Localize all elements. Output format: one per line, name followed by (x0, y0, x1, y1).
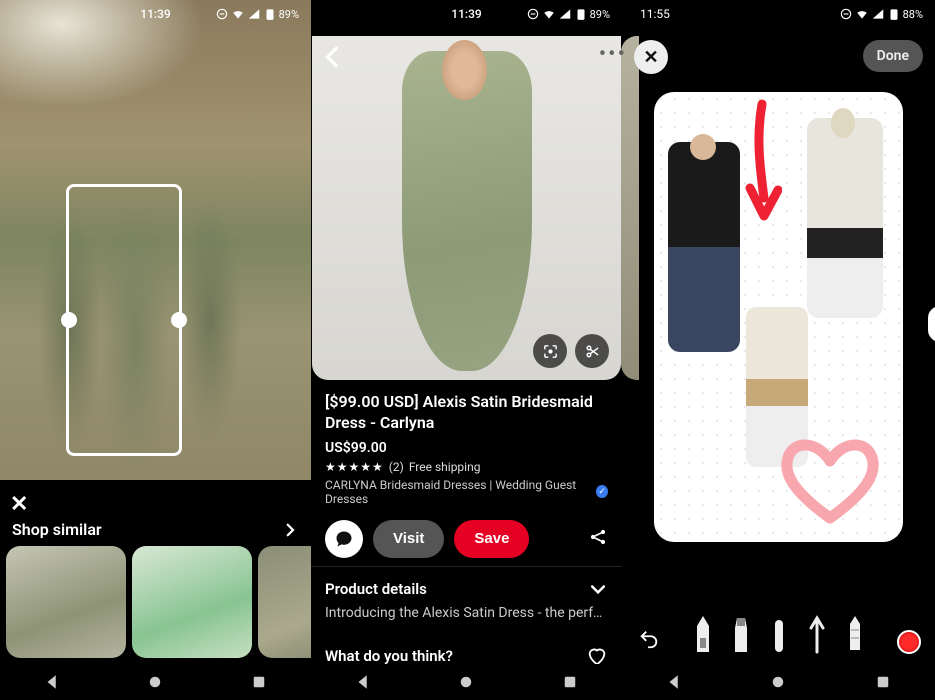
collage-canvas[interactable] (654, 92, 903, 542)
comment-button[interactable] (325, 520, 363, 558)
product-info: [$99.00 USD] Alexis Satin Bridesmaid Dre… (311, 380, 622, 506)
visual-search-panel: 11:39 89% ✕ Shop similar (0, 0, 311, 700)
chevron-right-icon (281, 521, 299, 539)
signal-icon (247, 7, 261, 21)
share-button[interactable] (588, 527, 608, 551)
android-nav-bar (0, 664, 311, 700)
do-not-disturb-icon (839, 7, 853, 21)
battery-icon (263, 7, 277, 21)
similar-result-thumb[interactable] (132, 546, 252, 658)
canvas-side-handle[interactable] (926, 304, 935, 344)
similar-results-row (6, 546, 311, 658)
rating-count: (2) (389, 460, 404, 474)
seller-name: CARLYNA Bridesmaid Dresses | Wedding Gue… (325, 478, 593, 506)
seller-link[interactable]: CARLYNA Bridesmaid Dresses | Wedding Gue… (325, 478, 608, 506)
cutout-button[interactable] (575, 334, 609, 368)
pencil-tool[interactable] (845, 614, 865, 654)
drawn-heart-icon (775, 433, 885, 528)
speech-bubble-icon (334, 529, 354, 549)
nav-recent-icon[interactable] (561, 673, 579, 691)
star-rating-icon: ★★★★★ (325, 460, 384, 474)
android-nav-bar (622, 664, 935, 700)
battery-icon (887, 7, 901, 21)
verified-badge-icon: ✓ (596, 485, 608, 498)
wifi-icon (231, 7, 245, 21)
arrow-tool[interactable] (807, 614, 827, 654)
nav-back-icon[interactable] (665, 673, 683, 691)
visual-search-button[interactable] (533, 334, 567, 368)
product-title: [$99.00 USD] Alexis Satin Bridesmaid Dre… (325, 392, 608, 434)
crop-handle-right[interactable] (171, 312, 187, 328)
nav-back-icon[interactable] (354, 673, 372, 691)
product-price: US$99.00 (325, 440, 608, 456)
close-editor-button[interactable]: ✕ (634, 40, 668, 74)
status-time: 11:39 (451, 7, 481, 21)
crop-handle-left[interactable] (61, 312, 77, 328)
marker-tool[interactable] (731, 614, 751, 654)
wifi-icon (542, 7, 556, 21)
status-time: 11:39 (140, 7, 170, 21)
hero-face-shape (442, 40, 487, 100)
collage-cutout[interactable] (668, 142, 740, 352)
product-pin-panel: 11:39 89% ••• [$99.00 USD] Alexis Satin … (311, 0, 622, 700)
rating-row: ★★★★★ (2) Free shipping (325, 460, 608, 474)
done-button[interactable]: Done (863, 40, 923, 72)
signal-icon (558, 7, 572, 21)
nav-recent-icon[interactable] (250, 673, 268, 691)
android-nav-bar (311, 664, 622, 700)
back-button[interactable] (320, 44, 346, 70)
product-details-label: Product details (325, 580, 427, 598)
nav-back-icon[interactable] (43, 673, 61, 691)
scissors-icon (584, 343, 601, 360)
pen-tool[interactable] (693, 614, 713, 654)
visual-search-crop-frame[interactable] (66, 184, 182, 456)
chevron-down-icon (588, 579, 608, 599)
save-button[interactable]: Save (454, 520, 529, 558)
battery-text: 88% (903, 8, 923, 21)
battery-text: 89% (590, 8, 610, 21)
share-icon (588, 527, 608, 547)
visit-button[interactable]: Visit (373, 520, 444, 558)
shop-similar-sheet: ✕ Shop similar (0, 484, 311, 664)
battery-text: 89% (279, 8, 299, 21)
undo-icon (638, 628, 660, 650)
collage-cutout[interactable] (807, 118, 883, 318)
shop-similar-label: Shop similar (12, 520, 102, 539)
color-picker-button[interactable] (897, 630, 921, 654)
similar-result-thumb[interactable] (6, 546, 126, 658)
highlighter-tool[interactable] (769, 614, 789, 654)
do-not-disturb-icon (215, 7, 229, 21)
product-details-section[interactable]: Product details Introducing the Alexis S… (311, 566, 622, 633)
status-icons: 89% (215, 7, 299, 21)
editor-top-bar: ✕ Done (622, 30, 935, 84)
shop-similar-header[interactable]: Shop similar (12, 520, 299, 539)
collage-editor-panel: 11:55 88% ✕ Done (622, 0, 935, 700)
close-sheet-button[interactable]: ✕ (10, 492, 28, 517)
status-bar: 11:39 89% (0, 0, 311, 28)
nav-home-icon[interactable] (457, 673, 475, 691)
undo-button[interactable] (638, 628, 660, 654)
similar-result-thumb[interactable] (258, 546, 311, 658)
status-time: 11:55 (640, 7, 670, 21)
nav-home-icon[interactable] (769, 673, 787, 691)
drawn-arrow-icon (742, 98, 782, 228)
status-icons: 88% (839, 7, 923, 21)
do-not-disturb-icon (526, 7, 540, 21)
product-hero-image[interactable]: ••• (312, 36, 621, 380)
product-details-body: Introducing the Alexis Satin Dress - the… (325, 605, 608, 621)
signal-icon (871, 7, 885, 21)
nav-recent-icon[interactable] (874, 673, 892, 691)
battery-icon (574, 7, 588, 21)
nav-home-icon[interactable] (146, 673, 164, 691)
status-bar: 11:39 89% (311, 0, 622, 28)
status-bar: 11:55 88% (622, 0, 935, 28)
crop-focus-icon (542, 343, 559, 360)
shipping-label: Free shipping (409, 460, 481, 474)
wifi-icon (855, 7, 869, 21)
think-label: What do you think? (325, 647, 453, 665)
status-icons: 89% (526, 7, 610, 21)
drawing-tool-row (622, 614, 935, 654)
action-row: Visit Save (311, 506, 622, 566)
